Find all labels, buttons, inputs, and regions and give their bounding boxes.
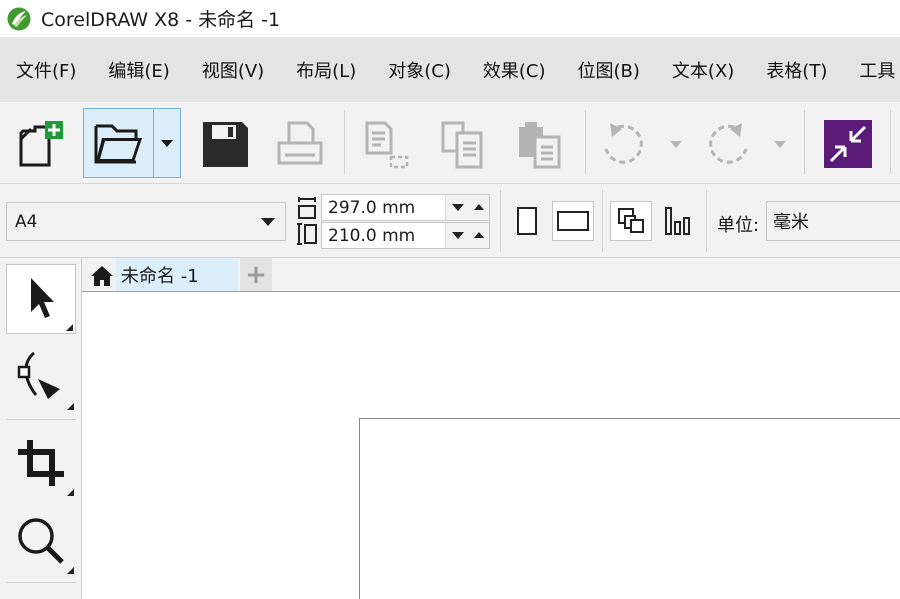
- landscape-page-icon: [557, 211, 589, 231]
- pick-tool-icon: [31, 278, 54, 318]
- current-page-button[interactable]: [660, 201, 696, 241]
- toolbar-separator: [602, 190, 603, 252]
- import-icon: [824, 120, 872, 168]
- save-disk-icon: [203, 122, 248, 167]
- document-tab[interactable]: 未命名 -1: [116, 258, 238, 291]
- paper-size-select[interactable]: A4: [6, 202, 286, 241]
- tool-flyout-indicator: [67, 403, 74, 410]
- portrait-page-icon: [517, 207, 537, 235]
- tool-flyout-indicator: [67, 489, 74, 496]
- unit-select[interactable]: 毫米: [766, 201, 900, 241]
- undo-icon: [604, 123, 682, 164]
- menu-bar: 文件(F) 编辑(E) 视图(V) 布局(L) 对象(C) 效果(C) 位图(B…: [0, 37, 900, 102]
- shape-tool-button[interactable]: [6, 342, 76, 412]
- menu-file[interactable]: 文件(F): [0, 57, 92, 83]
- unit-label: 单位:: [717, 215, 760, 236]
- toolbar-separator: [585, 110, 586, 174]
- spin-up-icon[interactable]: [474, 204, 484, 210]
- coreldraw-logo-icon: [7, 7, 31, 30]
- chevron-down-icon: [261, 218, 275, 226]
- copy-icon: [441, 121, 483, 169]
- document-tab-label: 未命名 -1: [121, 265, 199, 287]
- save-button[interactable]: [195, 110, 255, 178]
- new-document-icon: [19, 121, 63, 167]
- tool-flyout-indicator: [66, 324, 73, 331]
- menu-tools[interactable]: 工具: [843, 57, 900, 83]
- menu-object[interactable]: 对象(C): [372, 57, 467, 83]
- copy-button[interactable]: [434, 110, 494, 178]
- print-icon: [277, 121, 323, 165]
- spin-down-icon[interactable]: [452, 232, 464, 239]
- property-bar: A4 297.0 mm 210.0 mm 单位:: [0, 184, 900, 258]
- import-button[interactable]: [818, 110, 878, 178]
- menu-text[interactable]: 文本(X): [656, 57, 750, 83]
- toolbox-separator: [6, 419, 76, 420]
- page-height-input[interactable]: 210.0 mm: [321, 222, 490, 249]
- title-bar: CorelDRAW X8 - 未命名 -1: [0, 0, 900, 37]
- undo-button[interactable]: [596, 110, 688, 178]
- zoom-tool-icon: [18, 518, 64, 564]
- print-button[interactable]: [270, 110, 330, 178]
- all-pages-icon: [618, 208, 644, 233]
- page-width-value: 297.0 mm: [328, 197, 416, 218]
- cut-icon: [365, 121, 409, 169]
- open-folder-icon: [94, 124, 142, 164]
- menu-bitmaps[interactable]: 位图(B): [562, 57, 656, 83]
- landscape-button[interactable]: [552, 201, 594, 241]
- toolbar-separator: [500, 190, 501, 252]
- open-button[interactable]: [83, 108, 181, 178]
- document-tab-bar: 未命名 -1 +: [82, 258, 900, 292]
- cut-button[interactable]: [356, 110, 416, 178]
- all-pages-button[interactable]: [610, 201, 652, 241]
- chevron-down-icon[interactable]: [159, 139, 175, 149]
- unit-value: 毫米: [773, 212, 809, 233]
- tool-flyout-indicator: [67, 567, 74, 574]
- crop-tool-button[interactable]: [6, 428, 76, 498]
- portrait-button[interactable]: [510, 201, 544, 241]
- zoom-tool-button[interactable]: [6, 506, 76, 576]
- menu-effects[interactable]: 效果(C): [467, 57, 562, 83]
- toolbar-separator: [804, 110, 805, 174]
- page-height-spinner[interactable]: [445, 223, 489, 248]
- paste-button[interactable]: [510, 110, 570, 178]
- toolbar-separator: [706, 190, 707, 252]
- redo-icon: [709, 123, 786, 164]
- menu-edit[interactable]: 编辑(E): [92, 57, 185, 83]
- spin-up-icon[interactable]: [474, 232, 484, 238]
- paste-icon: [519, 122, 561, 169]
- page-height-icon: [297, 223, 317, 245]
- drawing-canvas[interactable]: [82, 292, 900, 599]
- paper-size-value: A4: [15, 211, 38, 232]
- page-width-icon: [298, 197, 316, 219]
- toolbar-separator: [890, 110, 891, 174]
- home-icon: [91, 266, 113, 286]
- add-tab-button[interactable]: +: [240, 258, 272, 291]
- menu-layout[interactable]: 布局(L): [280, 57, 372, 83]
- redo-button[interactable]: [700, 110, 792, 178]
- shape-tool-icon: [17, 351, 60, 399]
- pick-tool-button[interactable]: [6, 264, 76, 334]
- drawing-page[interactable]: [359, 418, 900, 599]
- bar-layout-icon: [665, 207, 690, 235]
- menu-table[interactable]: 表格(T): [750, 57, 843, 83]
- toolbox: [0, 258, 82, 599]
- menu-view[interactable]: 视图(V): [186, 57, 280, 83]
- page-width-spinner[interactable]: [445, 195, 489, 220]
- spin-down-icon[interactable]: [452, 204, 464, 211]
- open-split-divider: [153, 109, 154, 177]
- new-document-button[interactable]: [10, 110, 70, 178]
- window-title: CorelDRAW X8 - 未命名 -1: [41, 9, 281, 31]
- crop-tool-icon: [18, 440, 64, 486]
- welcome-tab[interactable]: [88, 262, 116, 290]
- page-height-value: 210.0 mm: [328, 225, 416, 246]
- toolbar-separator: [344, 110, 345, 174]
- page-width-input[interactable]: 297.0 mm: [321, 194, 490, 221]
- plus-icon: +: [245, 259, 267, 290]
- toolbox-separator: [6, 582, 76, 583]
